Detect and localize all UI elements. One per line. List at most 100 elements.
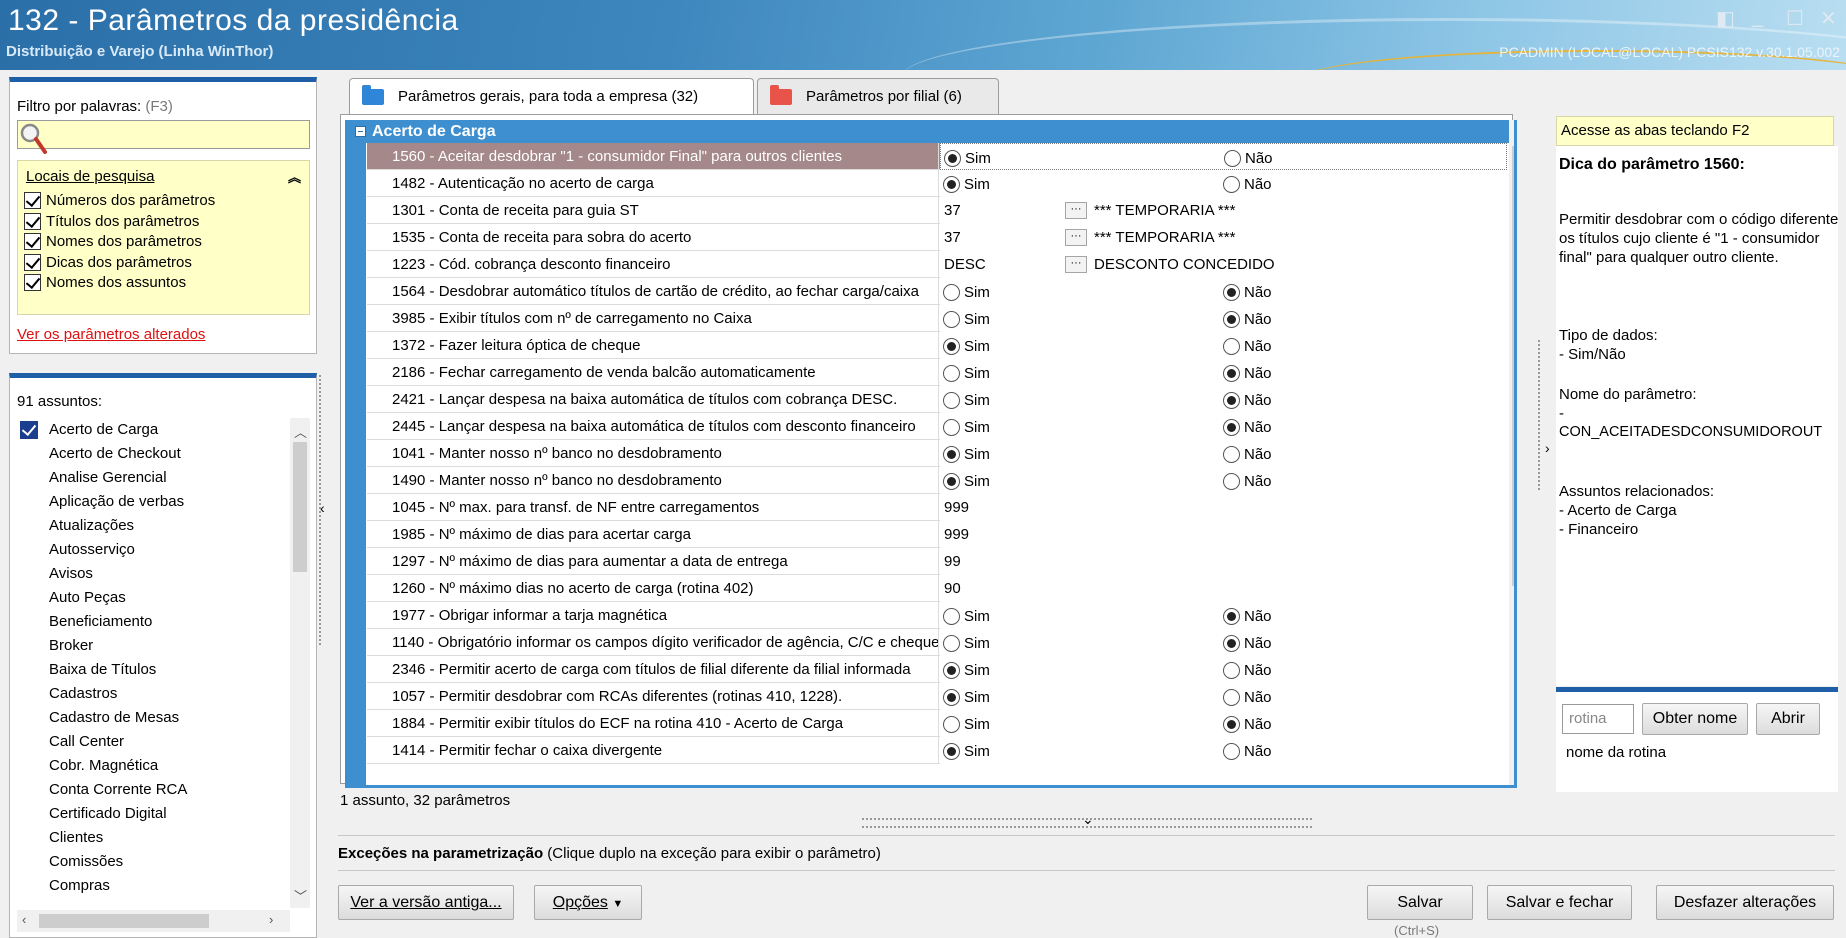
filter-search-input[interactable] bbox=[17, 120, 310, 149]
table-row[interactable]: 2346 - Permitir acerto de carga com títu… bbox=[367, 656, 1507, 683]
radio-selected-icon[interactable] bbox=[1223, 364, 1240, 382]
radio-selected-icon[interactable] bbox=[944, 149, 961, 167]
radio-selected-icon[interactable] bbox=[1223, 283, 1240, 301]
param-value-cell[interactable]: Sim Não bbox=[940, 467, 1507, 494]
param-value-text[interactable]: 99 bbox=[944, 548, 961, 575]
list-item[interactable]: Broker bbox=[17, 634, 287, 658]
param-value-cell[interactable]: Sim Não bbox=[940, 143, 1507, 170]
table-row[interactable]: 1490 - Manter nosso nº banco no desdobra… bbox=[367, 467, 1507, 494]
tab-general-params[interactable]: Parâmetros gerais, para toda a empresa (… bbox=[349, 78, 754, 114]
tab-branch-params[interactable]: Parâmetros por filial (6) bbox=[757, 78, 999, 114]
list-item[interactable]: Analise Gerencial bbox=[17, 466, 287, 490]
list-item[interactable]: Conta Corrente RCA bbox=[17, 778, 287, 802]
radio-no[interactable]: Não bbox=[1223, 310, 1272, 328]
param-value-cell[interactable]: Sim Não bbox=[940, 332, 1507, 359]
chevron-down-icon[interactable]: ⌄ bbox=[1082, 811, 1094, 828]
checkbox-checked-icon[interactable] bbox=[24, 191, 41, 209]
radio-no[interactable]: Não bbox=[1223, 391, 1272, 409]
list-item[interactable]: Call Center bbox=[17, 730, 287, 754]
subjects-horizontal-scrollbar[interactable]: ‹ › bbox=[17, 910, 290, 932]
param-value-cell[interactable]: Sim Não bbox=[940, 170, 1507, 197]
list-item[interactable]: Acerto de Carga bbox=[17, 418, 287, 442]
radio-yes[interactable]: Sim bbox=[943, 418, 990, 436]
param-value-cell[interactable]: Sim Não bbox=[940, 413, 1507, 440]
radio-unselected-icon[interactable] bbox=[1223, 472, 1240, 490]
scroll-right-icon[interactable]: › bbox=[269, 912, 273, 927]
radio-selected-icon[interactable] bbox=[1223, 310, 1240, 328]
table-row[interactable]: 1045 - Nº max. para transf. de NF entre … bbox=[367, 494, 1507, 521]
scroll-thumb[interactable] bbox=[39, 914, 209, 928]
list-item[interactable]: Avisos bbox=[17, 562, 287, 586]
routine-input[interactable]: rotina bbox=[1562, 704, 1634, 734]
scroll-left-icon[interactable]: ‹ bbox=[22, 912, 26, 927]
restore-layout-icon[interactable]: ◧ bbox=[1716, 6, 1735, 31]
options-button[interactable]: Opções ▼ bbox=[534, 885, 642, 920]
checkbox-param-numbers[interactable]: Números dos parâmetros bbox=[24, 189, 215, 211]
lookup-ellipsis-button[interactable]: ··· bbox=[1065, 202, 1087, 219]
scroll-thumb[interactable] bbox=[293, 442, 307, 572]
radio-no[interactable]: Não bbox=[1223, 445, 1272, 463]
radio-yes[interactable]: Sim bbox=[943, 364, 990, 382]
selected-check-icon[interactable] bbox=[20, 421, 38, 439]
table-row[interactable]: 1301 - Conta de receita para guia ST 37 ··… bbox=[367, 197, 1507, 224]
radio-no[interactable]: Não bbox=[1223, 418, 1272, 436]
radio-no[interactable]: Não bbox=[1224, 149, 1273, 167]
radio-unselected-icon[interactable] bbox=[1223, 742, 1240, 760]
param-value-cell[interactable]: Sim Não bbox=[940, 278, 1507, 305]
checkbox-checked-icon[interactable] bbox=[24, 232, 41, 250]
table-row[interactable]: 2421 - Lançar despesa na baixa automátic… bbox=[367, 386, 1507, 413]
radio-selected-icon[interactable] bbox=[1223, 607, 1240, 625]
radio-no[interactable]: Não bbox=[1223, 607, 1272, 625]
radio-unselected-icon[interactable] bbox=[943, 391, 960, 409]
list-item[interactable]: Certificado Digital bbox=[17, 802, 287, 826]
radio-unselected-icon[interactable] bbox=[943, 364, 960, 382]
radio-selected-icon[interactable] bbox=[943, 337, 960, 355]
list-item[interactable]: Acerto de Checkout bbox=[17, 442, 287, 466]
param-value-cell[interactable]: Sim Não bbox=[940, 683, 1507, 710]
scroll-down-icon[interactable]: ﹀ bbox=[294, 886, 307, 905]
list-item[interactable]: Aplicação de verbas bbox=[17, 490, 287, 514]
radio-selected-icon[interactable] bbox=[943, 688, 960, 706]
radio-yes[interactable]: Sim bbox=[943, 472, 990, 490]
param-value-cell[interactable]: Sim Não bbox=[940, 710, 1507, 737]
radio-yes[interactable]: Sim bbox=[943, 661, 990, 679]
lookup-ellipsis-button[interactable]: ··· bbox=[1065, 229, 1087, 246]
table-row[interactable]: 1057 - Permitir desdobrar com RCAs difer… bbox=[367, 683, 1507, 710]
list-item[interactable]: Clientes bbox=[17, 826, 287, 850]
param-value-text[interactable]: 999 bbox=[944, 521, 969, 548]
radio-yes[interactable]: Sim bbox=[943, 715, 990, 733]
radio-no[interactable]: Não bbox=[1223, 661, 1272, 679]
radio-no[interactable]: Não bbox=[1223, 634, 1272, 652]
radio-no[interactable]: Não bbox=[1223, 472, 1272, 490]
expand-right-icon[interactable]: › bbox=[1545, 440, 1550, 456]
right-panel-splitter[interactable] bbox=[1538, 340, 1552, 490]
changed-params-link[interactable]: Ver os parâmetros alterados bbox=[17, 326, 205, 343]
save-close-button[interactable]: Salvar e fechar bbox=[1487, 885, 1632, 920]
table-row[interactable]: 1297 - Nº máximo de dias para aumentar a… bbox=[367, 548, 1507, 575]
radio-unselected-icon[interactable] bbox=[1223, 445, 1240, 463]
table-row[interactable]: 1041 - Manter nosso nº banco no desdobra… bbox=[367, 440, 1507, 467]
param-value-cell[interactable]: Sim Não bbox=[940, 629, 1507, 656]
list-item[interactable]: Compras bbox=[17, 874, 287, 898]
table-row[interactable]: 1884 - Permitir exibir títulos do ECF na… bbox=[367, 710, 1507, 737]
old-version-button[interactable]: Ver a versão antiga... bbox=[338, 885, 514, 920]
radio-yes[interactable]: Sim bbox=[944, 149, 991, 167]
list-item[interactable]: Autosserviço bbox=[17, 538, 287, 562]
table-row[interactable]: 1560 - Aceitar desdobrar "1 - consumidor… bbox=[367, 143, 1507, 170]
table-row[interactable]: 3985 - Exibir títulos com nº de carregam… bbox=[367, 305, 1507, 332]
param-value-text[interactable]: 37 bbox=[944, 224, 961, 251]
checkbox-param-names[interactable]: Nomes dos parâmetros bbox=[24, 230, 202, 252]
group-header[interactable]: Acerto de Carga bbox=[348, 120, 1514, 143]
radio-selected-icon[interactable] bbox=[1223, 418, 1240, 436]
radio-yes[interactable]: Sim bbox=[943, 607, 990, 625]
param-value-cell[interactable]: Sim Não bbox=[940, 386, 1507, 413]
param-value-cell[interactable]: 999 bbox=[940, 521, 1507, 548]
table-row[interactable]: 1372 - Fazer leitura óptica de cheque Sim… bbox=[367, 332, 1507, 359]
checkbox-checked-icon[interactable] bbox=[24, 253, 41, 271]
radio-selected-icon[interactable] bbox=[943, 661, 960, 679]
table-row[interactable]: 1535 - Conta de receita para sobra do ac… bbox=[367, 224, 1507, 251]
list-item[interactable]: Cobr. Magnética bbox=[17, 754, 287, 778]
radio-unselected-icon[interactable] bbox=[943, 310, 960, 328]
get-name-button[interactable]: Obter nome bbox=[1642, 703, 1748, 735]
radio-no[interactable]: Não bbox=[1223, 715, 1272, 733]
